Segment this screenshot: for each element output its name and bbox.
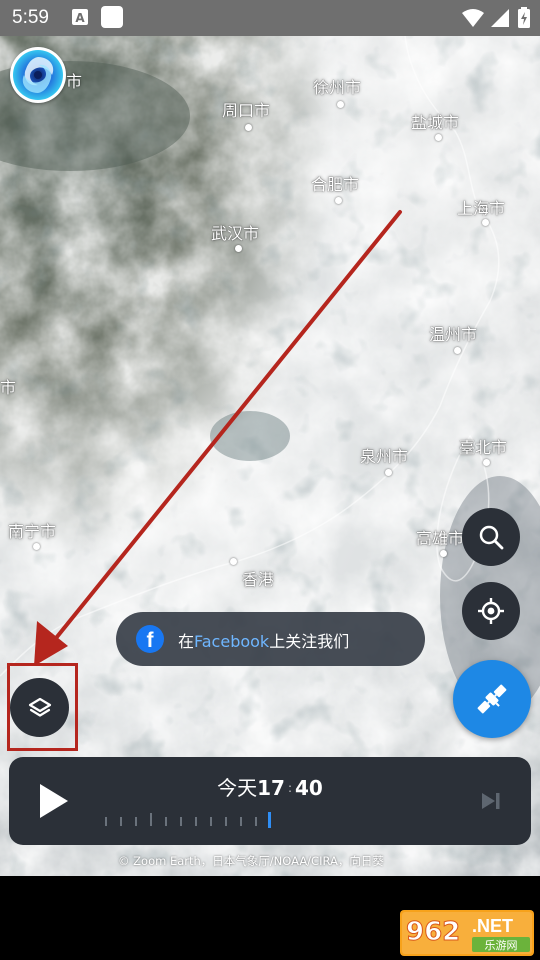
city-label-gaoxiong: 高雄市: [416, 529, 465, 548]
city-label-shanghai: 上海市: [457, 199, 506, 218]
timeline-player: 今天17:40: [9, 757, 531, 845]
svg-text:962: 962: [406, 917, 460, 947]
timeline-tick: [105, 817, 107, 826]
timeline-time-label: 今天17:40: [217, 776, 323, 800]
timeline-tick: [165, 817, 167, 826]
layers-button[interactable]: [10, 678, 69, 737]
skip-to-end-button[interactable]: [480, 790, 502, 812]
city-marker-nanning: [33, 543, 40, 550]
svg-text:A: A: [75, 11, 85, 25]
city-marker-zhoukou: [245, 124, 252, 131]
city-label-hongkong: 香港: [242, 570, 275, 589]
play-button[interactable]: [33, 781, 73, 821]
timeline-tick: [225, 817, 227, 826]
square-notification-icon: [101, 6, 123, 28]
search-button[interactable]: [462, 508, 520, 566]
satellite-icon: [477, 684, 507, 714]
city-label-left-partial: 市: [0, 378, 17, 397]
layers-icon: [28, 697, 51, 717]
city-marker-shanghai: [482, 219, 489, 226]
timeline-tick: [135, 817, 137, 826]
status-time: 5:59: [12, 7, 49, 28]
timeline-tick: [195, 817, 197, 826]
cellular-signal-icon: [490, 8, 510, 28]
wifi-icon: [462, 8, 484, 28]
city-label-wuhan: 武汉市: [211, 224, 260, 243]
city-label-hefei: 合肥市: [311, 175, 360, 194]
city-label-quanzhou: 泉州市: [360, 447, 409, 466]
city-marker-hefei: [335, 197, 342, 204]
battery-icon: [518, 7, 530, 28]
city-label-yancheng: 盐城市: [411, 113, 460, 132]
city-label-wenzhou: 温州市: [429, 325, 478, 344]
city-label-tl-partial: 市: [66, 72, 83, 91]
city-marker-taibei: [483, 459, 490, 466]
city-marker-wenzhou: [454, 347, 461, 354]
search-icon: [479, 525, 504, 550]
facebook-link[interactable]: Facebook: [194, 632, 269, 651]
city-marker-xuzhou: [337, 101, 344, 108]
app-logo[interactable]: [10, 47, 66, 103]
timeline-tick: [120, 817, 122, 826]
timeline-tick: [255, 817, 257, 826]
status-bar: 5:59 A: [0, 0, 540, 36]
city-marker-quanzhou: [385, 469, 392, 476]
svg-text:乐游网: 乐游网: [485, 939, 518, 952]
facebook-icon: f: [136, 625, 164, 653]
city-marker-gaoxiong: [440, 550, 447, 557]
city-marker-yancheng: [435, 134, 442, 141]
facebook-follow-banner[interactable]: f 在Facebook上关注我们: [116, 612, 425, 666]
timeline-tick: [150, 813, 152, 826]
timeline-cursor[interactable]: [268, 812, 271, 828]
a-notification-icon: A: [72, 9, 88, 25]
hurricane-logo-icon: [13, 50, 63, 100]
timeline-slider[interactable]: [95, 812, 275, 828]
city-marker-wuhan: [235, 245, 242, 252]
city-marker-hongkong: [230, 558, 237, 565]
city-label-zhoukou: 周口市: [222, 101, 271, 120]
city-label-xuzhou: 徐州市: [313, 78, 362, 97]
timeline-tick: [240, 817, 242, 826]
svg-text:.NET: .NET: [472, 916, 513, 936]
satellite-map[interactable]: 市徐州市 周口市 盐城市 合肥市 上海市 武汉市 温州市市泉州市 臺北市 南宁市 高雄市 香港: [0, 36, 540, 876]
my-location-button[interactable]: [462, 582, 520, 640]
satellite-view-button[interactable]: [453, 660, 531, 738]
map-credit: © Zoom Earth，日本气象厅/NOAA/CIRA，向日葵: [118, 854, 384, 868]
city-label-nanning: 南宁市: [8, 522, 57, 541]
facebook-follow-text: 在Facebook上关注我们: [178, 632, 350, 651]
city-label-taibei: 臺北市: [459, 438, 508, 457]
skip-next-icon: [482, 793, 500, 809]
play-icon: [40, 784, 68, 818]
crosshair-icon: [478, 598, 504, 624]
timeline-tick: [210, 817, 212, 826]
timeline-tick: [180, 817, 182, 826]
site-watermark: 962 .NET 乐游网: [400, 910, 534, 956]
